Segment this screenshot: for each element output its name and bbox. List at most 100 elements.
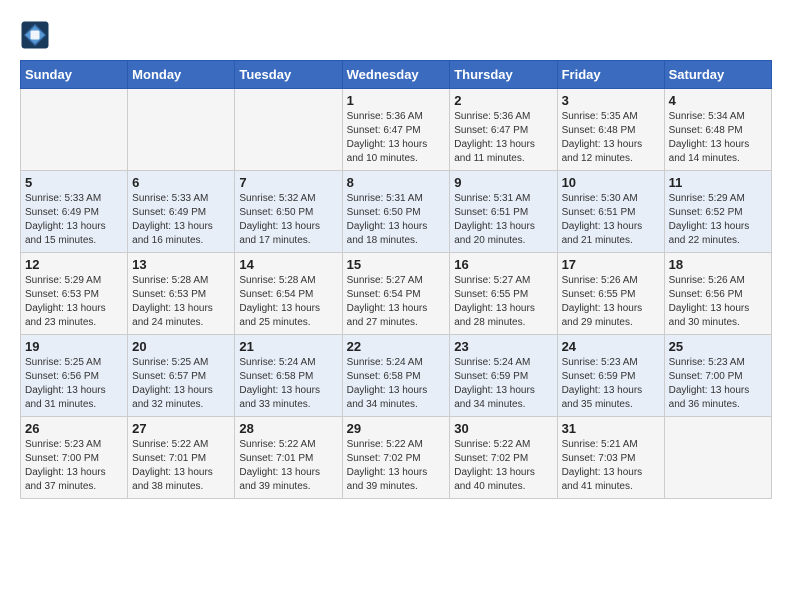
day-info: Sunrise: 5:33 AM Sunset: 6:49 PM Dayligh… bbox=[132, 192, 230, 248]
logo-icon bbox=[20, 20, 50, 50]
day-number: 25 bbox=[669, 339, 767, 354]
day-info: Sunrise: 5:33 AM Sunset: 6:49 PM Dayligh… bbox=[25, 192, 123, 248]
day-info: Sunrise: 5:28 AM Sunset: 6:54 PM Dayligh… bbox=[239, 274, 337, 330]
calendar-week-row: 26 Sunrise: 5:23 AM Sunset: 7:00 PM Dayli… bbox=[21, 417, 772, 499]
calendar-cell: 20 Sunrise: 5:25 AM Sunset: 6:57 PM Dayli… bbox=[128, 335, 235, 417]
day-number: 15 bbox=[347, 257, 446, 272]
col-saturday: Saturday bbox=[664, 61, 771, 89]
calendar-cell: 18 Sunrise: 5:26 AM Sunset: 6:56 PM Dayli… bbox=[664, 253, 771, 335]
day-info: Sunrise: 5:24 AM Sunset: 6:58 PM Dayligh… bbox=[347, 356, 446, 412]
calendar-week-row: 19 Sunrise: 5:25 AM Sunset: 6:56 PM Dayli… bbox=[21, 335, 772, 417]
day-number: 12 bbox=[25, 257, 123, 272]
calendar-cell: 4 Sunrise: 5:34 AM Sunset: 6:48 PM Daylig… bbox=[664, 89, 771, 171]
day-number: 24 bbox=[562, 339, 660, 354]
calendar-cell: 28 Sunrise: 5:22 AM Sunset: 7:01 PM Dayli… bbox=[235, 417, 342, 499]
calendar-cell: 19 Sunrise: 5:25 AM Sunset: 6:56 PM Dayli… bbox=[21, 335, 128, 417]
day-number: 23 bbox=[454, 339, 552, 354]
day-number: 27 bbox=[132, 421, 230, 436]
calendar-week-row: 1 Sunrise: 5:36 AM Sunset: 6:47 PM Daylig… bbox=[21, 89, 772, 171]
day-info: Sunrise: 5:34 AM Sunset: 6:48 PM Dayligh… bbox=[669, 110, 767, 166]
calendar-cell bbox=[664, 417, 771, 499]
day-info: Sunrise: 5:26 AM Sunset: 6:56 PM Dayligh… bbox=[669, 274, 767, 330]
day-info: Sunrise: 5:22 AM Sunset: 7:02 PM Dayligh… bbox=[454, 438, 552, 494]
calendar-cell: 6Sunrise: 5:33 AM Sunset: 6:49 PM Daylig… bbox=[128, 171, 235, 253]
day-info: Sunrise: 5:22 AM Sunset: 7:01 PM Dayligh… bbox=[239, 438, 337, 494]
day-number: 7 bbox=[239, 175, 337, 190]
day-info: Sunrise: 5:29 AM Sunset: 6:52 PM Dayligh… bbox=[669, 192, 767, 248]
day-info: Sunrise: 5:28 AM Sunset: 6:53 PM Dayligh… bbox=[132, 274, 230, 330]
calendar-cell: 15Sunrise: 5:27 AM Sunset: 6:54 PM Dayli… bbox=[342, 253, 450, 335]
calendar-cell: 22 Sunrise: 5:24 AM Sunset: 6:58 PM Dayli… bbox=[342, 335, 450, 417]
day-number: 1 bbox=[347, 93, 446, 108]
day-info: Sunrise: 5:31 AM Sunset: 6:51 PM Dayligh… bbox=[454, 192, 552, 248]
day-info: Sunrise: 5:29 AM Sunset: 6:53 PM Dayligh… bbox=[25, 274, 123, 330]
col-wednesday: Wednesday bbox=[342, 61, 450, 89]
day-info: Sunrise: 5:35 AM Sunset: 6:48 PM Dayligh… bbox=[562, 110, 660, 166]
calendar-cell: 11 Sunrise: 5:29 AM Sunset: 6:52 PM Dayli… bbox=[664, 171, 771, 253]
day-info: Sunrise: 5:25 AM Sunset: 6:56 PM Dayligh… bbox=[25, 356, 123, 412]
calendar-cell: 7 Sunrise: 5:32 AM Sunset: 6:50 PM Daylig… bbox=[235, 171, 342, 253]
day-number: 5 bbox=[25, 175, 123, 190]
calendar-cell: 30Sunrise: 5:22 AM Sunset: 7:02 PM Dayli… bbox=[450, 417, 557, 499]
col-sunday: Sunday bbox=[21, 61, 128, 89]
day-info: Sunrise: 5:24 AM Sunset: 6:59 PM Dayligh… bbox=[454, 356, 552, 412]
day-number: 16 bbox=[454, 257, 552, 272]
day-info: Sunrise: 5:32 AM Sunset: 6:50 PM Dayligh… bbox=[239, 192, 337, 248]
calendar-cell bbox=[21, 89, 128, 171]
calendar-cell: 12 Sunrise: 5:29 AM Sunset: 6:53 PM Dayli… bbox=[21, 253, 128, 335]
calendar-cell: 13 Sunrise: 5:28 AM Sunset: 6:53 PM Dayli… bbox=[128, 253, 235, 335]
calendar-cell: 3Sunrise: 5:35 AM Sunset: 6:48 PM Daylig… bbox=[557, 89, 664, 171]
day-number: 10 bbox=[562, 175, 660, 190]
calendar-table: Sunday Monday Tuesday Wednesday Thursday… bbox=[20, 60, 772, 499]
calendar-cell bbox=[128, 89, 235, 171]
day-info: Sunrise: 5:31 AM Sunset: 6:50 PM Dayligh… bbox=[347, 192, 446, 248]
day-number: 19 bbox=[25, 339, 123, 354]
day-number: 18 bbox=[669, 257, 767, 272]
calendar-cell: 29 Sunrise: 5:22 AM Sunset: 7:02 PM Dayli… bbox=[342, 417, 450, 499]
day-info: Sunrise: 5:25 AM Sunset: 6:57 PM Dayligh… bbox=[132, 356, 230, 412]
calendar-week-row: 5 Sunrise: 5:33 AM Sunset: 6:49 PM Daylig… bbox=[21, 171, 772, 253]
calendar-cell: 23 Sunrise: 5:24 AM Sunset: 6:59 PM Dayli… bbox=[450, 335, 557, 417]
day-number: 14 bbox=[239, 257, 337, 272]
day-info: Sunrise: 5:26 AM Sunset: 6:55 PM Dayligh… bbox=[562, 274, 660, 330]
calendar-cell: 9 Sunrise: 5:31 AM Sunset: 6:51 PM Daylig… bbox=[450, 171, 557, 253]
col-thursday: Thursday bbox=[450, 61, 557, 89]
day-number: 21 bbox=[239, 339, 337, 354]
col-monday: Monday bbox=[128, 61, 235, 89]
day-number: 9 bbox=[454, 175, 552, 190]
calendar-cell: 21 Sunrise: 5:24 AM Sunset: 6:58 PM Dayli… bbox=[235, 335, 342, 417]
calendar-cell: 25 Sunrise: 5:23 AM Sunset: 7:00 PM Dayli… bbox=[664, 335, 771, 417]
page-header bbox=[20, 20, 772, 50]
calendar-cell: 17Sunrise: 5:26 AM Sunset: 6:55 PM Dayli… bbox=[557, 253, 664, 335]
day-info: Sunrise: 5:23 AM Sunset: 7:00 PM Dayligh… bbox=[25, 438, 123, 494]
day-info: Sunrise: 5:23 AM Sunset: 7:00 PM Dayligh… bbox=[669, 356, 767, 412]
calendar-cell bbox=[235, 89, 342, 171]
calendar-cell: 14 Sunrise: 5:28 AM Sunset: 6:54 PM Dayli… bbox=[235, 253, 342, 335]
day-info: Sunrise: 5:36 AM Sunset: 6:47 PM Dayligh… bbox=[347, 110, 446, 166]
col-friday: Friday bbox=[557, 61, 664, 89]
day-number: 2 bbox=[454, 93, 552, 108]
logo bbox=[20, 20, 52, 50]
day-info: Sunrise: 5:30 AM Sunset: 6:51 PM Dayligh… bbox=[562, 192, 660, 248]
calendar-cell: 24 Sunrise: 5:23 AM Sunset: 6:59 PM Dayli… bbox=[557, 335, 664, 417]
day-number: 26 bbox=[25, 421, 123, 436]
calendar-cell: 8 Sunrise: 5:31 AM Sunset: 6:50 PM Daylig… bbox=[342, 171, 450, 253]
col-tuesday: Tuesday bbox=[235, 61, 342, 89]
day-number: 29 bbox=[347, 421, 446, 436]
calendar-cell: 27 Sunrise: 5:22 AM Sunset: 7:01 PM Dayli… bbox=[128, 417, 235, 499]
day-info: Sunrise: 5:22 AM Sunset: 7:01 PM Dayligh… bbox=[132, 438, 230, 494]
day-number: 22 bbox=[347, 339, 446, 354]
day-number: 20 bbox=[132, 339, 230, 354]
day-number: 13 bbox=[132, 257, 230, 272]
calendar-cell: 10 Sunrise: 5:30 AM Sunset: 6:51 PM Dayli… bbox=[557, 171, 664, 253]
day-info: Sunrise: 5:24 AM Sunset: 6:58 PM Dayligh… bbox=[239, 356, 337, 412]
day-info: Sunrise: 5:21 AM Sunset: 7:03 PM Dayligh… bbox=[562, 438, 660, 494]
day-number: 11 bbox=[669, 175, 767, 190]
day-number: 4 bbox=[669, 93, 767, 108]
calendar-week-row: 12 Sunrise: 5:29 AM Sunset: 6:53 PM Dayli… bbox=[21, 253, 772, 335]
calendar-cell: 26 Sunrise: 5:23 AM Sunset: 7:00 PM Dayli… bbox=[21, 417, 128, 499]
day-number: 28 bbox=[239, 421, 337, 436]
day-info: Sunrise: 5:23 AM Sunset: 6:59 PM Dayligh… bbox=[562, 356, 660, 412]
day-number: 8 bbox=[347, 175, 446, 190]
day-info: Sunrise: 5:22 AM Sunset: 7:02 PM Dayligh… bbox=[347, 438, 446, 494]
